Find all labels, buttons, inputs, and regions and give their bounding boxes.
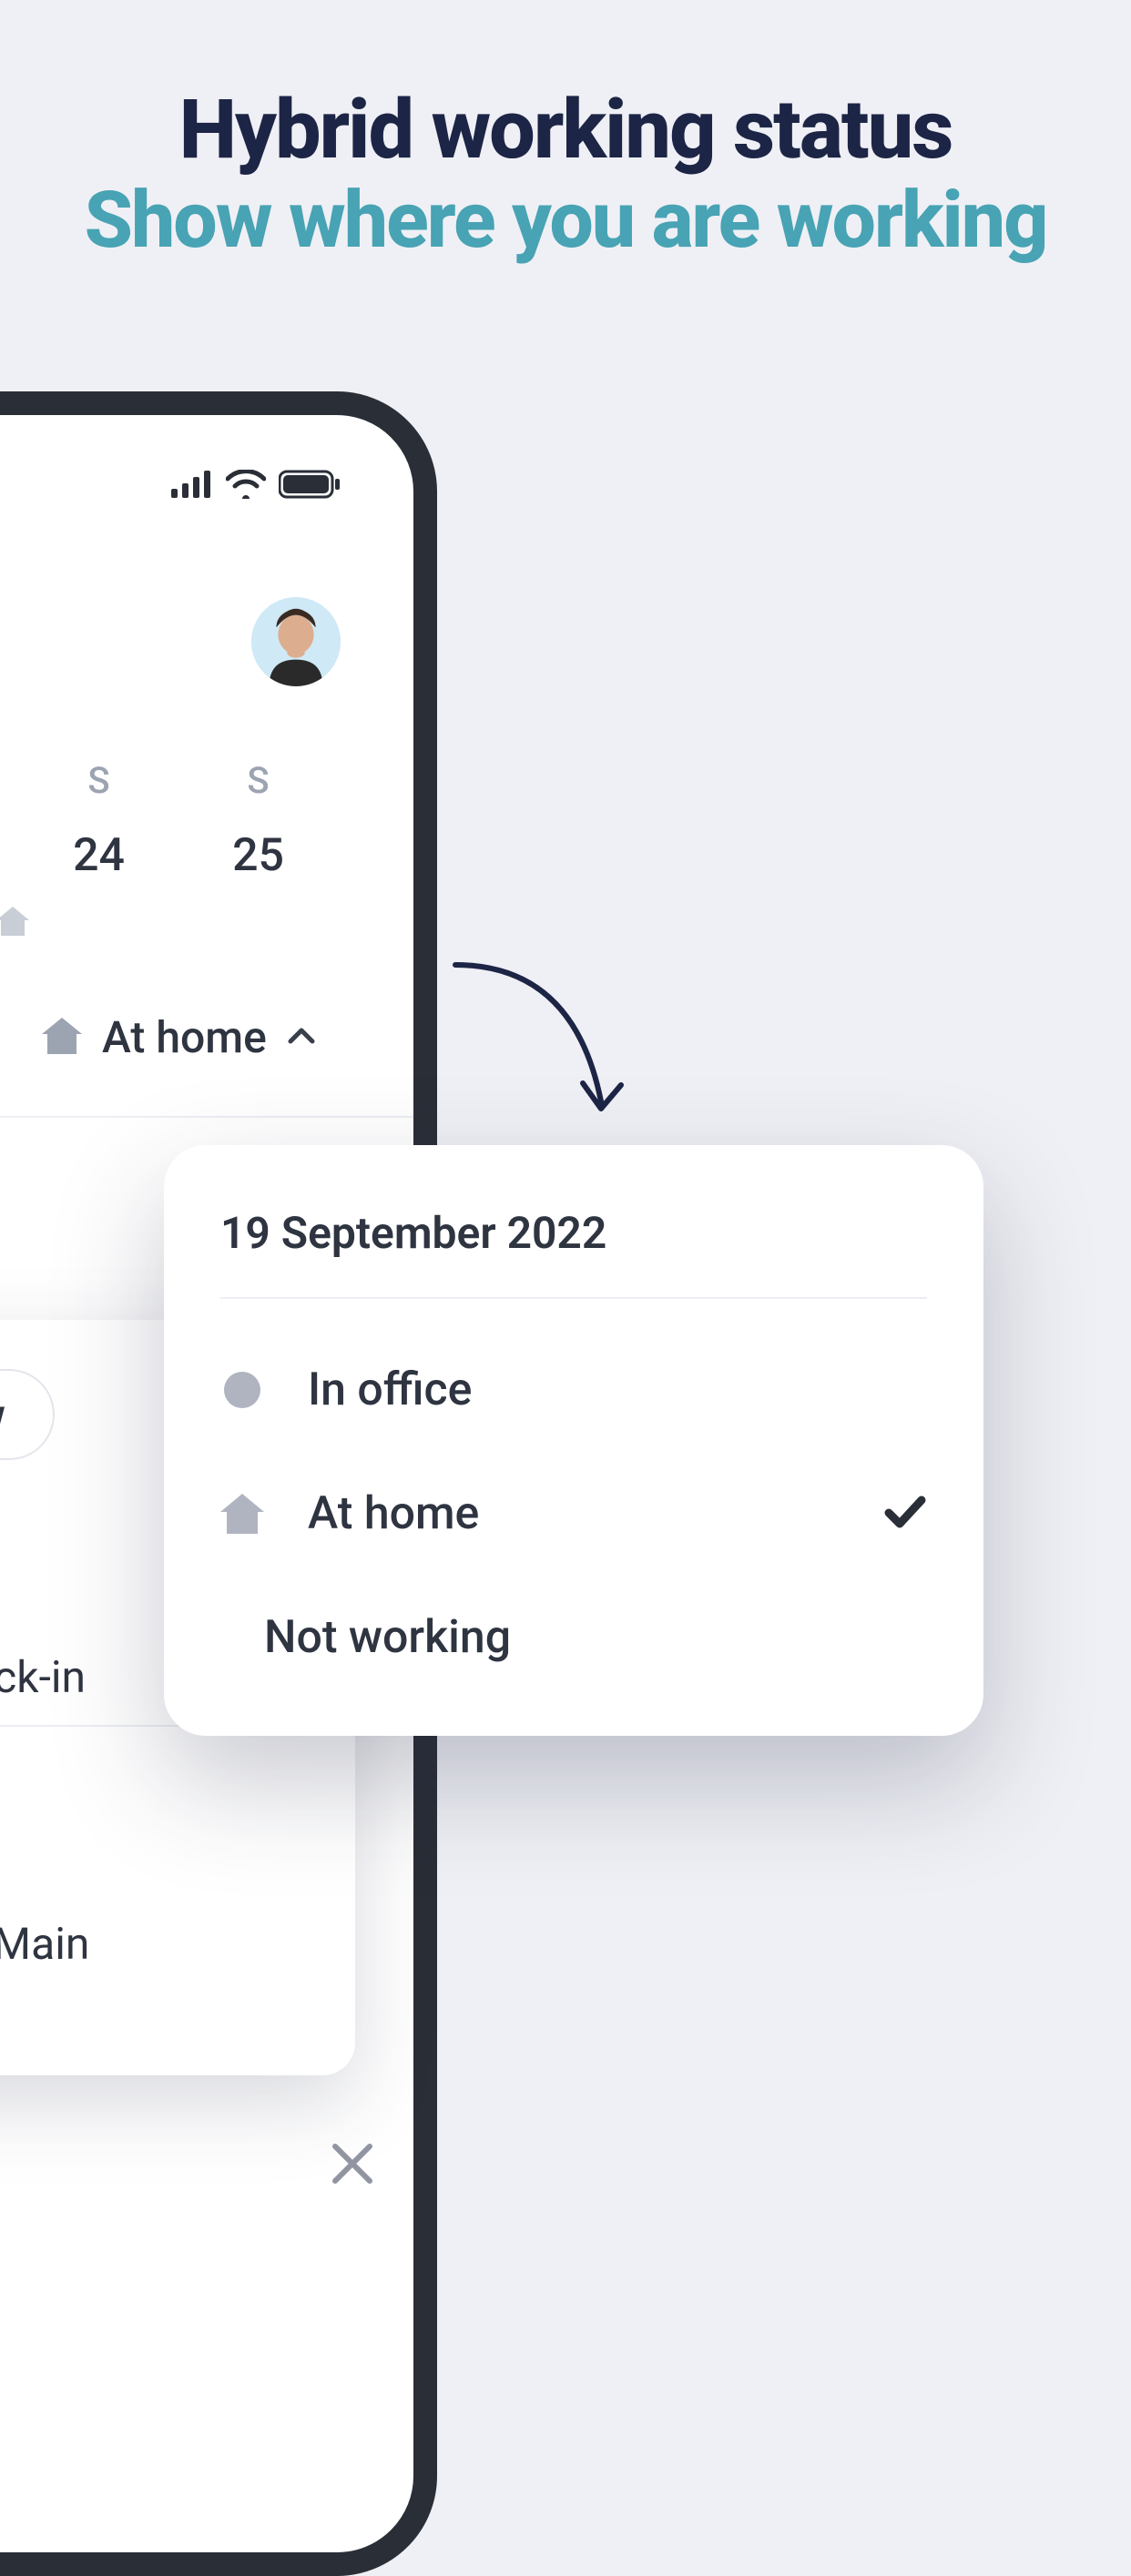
option-label: Not working	[264, 1611, 927, 1664]
check-icon	[883, 1495, 927, 1533]
day-of-week: S	[178, 759, 338, 802]
headline-subtitle: Show where you are working	[0, 174, 1131, 266]
day-of-week: S	[19, 759, 178, 802]
status-label: At home	[102, 1011, 267, 1063]
option-label: At home	[308, 1487, 840, 1540]
status-selector[interactable]: At home	[42, 1011, 316, 1063]
divider	[0, 1116, 413, 1118]
day-number: 24	[19, 829, 178, 882]
day-cell[interactable]: S 24	[19, 759, 178, 882]
divider	[220, 1297, 927, 1299]
home-icon	[0, 907, 29, 939]
chevron-up-icon	[287, 1027, 316, 1049]
day-number: 25	[178, 829, 338, 882]
day-cell[interactable]: 3	[0, 759, 19, 882]
close-icon[interactable]	[328, 2139, 377, 2192]
arrow-icon	[446, 956, 647, 1138]
day-cell[interactable]: S 25	[178, 759, 338, 882]
option-label: In office	[308, 1364, 927, 1416]
popup-date: 19 September 2022	[220, 1207, 927, 1259]
week-row: 3 S 24 S 25	[0, 759, 413, 882]
pill-text: w	[0, 1389, 5, 1441]
location-label: ord Main	[0, 1918, 310, 1970]
status-option-at-home[interactable]: At home	[220, 1468, 927, 1559]
status-bar	[171, 470, 341, 499]
day-number: 3	[0, 786, 19, 839]
battery-icon	[279, 470, 341, 499]
headline: Hybrid working status Show where you are…	[0, 82, 1131, 266]
home-icon	[42, 1018, 82, 1058]
wifi-icon	[226, 470, 266, 499]
dot-icon	[220, 1372, 264, 1408]
avatar[interactable]	[251, 597, 341, 686]
headline-title: Hybrid working status	[0, 82, 1131, 177]
home-icon	[220, 1494, 264, 1534]
status-option-in-office[interactable]: In office	[220, 1344, 927, 1435]
pill-button[interactable]: w	[0, 1369, 55, 1460]
status-option-not-working[interactable]: Not working	[220, 1592, 927, 1683]
status-popup: 19 September 2022 In office At home Not …	[164, 1145, 983, 1736]
cellular-icon	[171, 471, 213, 498]
